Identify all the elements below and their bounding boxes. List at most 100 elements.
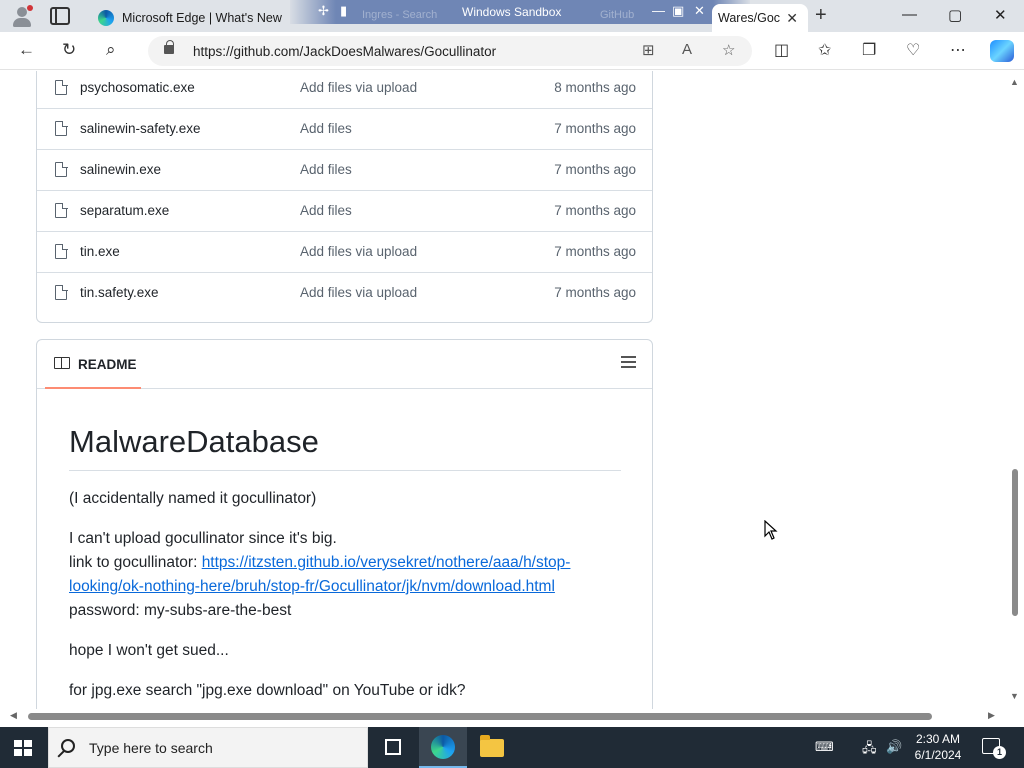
maximize-button[interactable]: ▢ — [948, 6, 962, 24]
file-row[interactable]: salinewin.exe Add files 7 months ago — [37, 149, 652, 190]
pin-icon[interactable]: ✢ — [318, 3, 329, 19]
address-bar[interactable]: https://github.com/JackDoesMalwares/Gocu… — [148, 36, 752, 66]
taskbar-search-box[interactable]: Type here to search — [48, 727, 368, 768]
clock-time: 2:30 AM — [915, 732, 961, 746]
tab-close-icon[interactable]: ✕ — [786, 10, 798, 27]
readme-paragraph: (I accidentally named it gocullinator) — [69, 490, 317, 507]
file-icon — [55, 202, 68, 218]
file-name[interactable]: psychosomatic.exe — [80, 80, 195, 95]
url-text[interactable]: https://github.com/JackDoesMalwares/Gocu… — [193, 44, 496, 59]
folder-icon — [480, 735, 504, 757]
commit-message[interactable]: Add files — [300, 203, 352, 218]
browser-titlebar: Microsoft Edge | What's New ✢ ▮ Ingres -… — [0, 0, 1024, 32]
profile-avatar-icon[interactable] — [10, 5, 34, 27]
refresh-icon[interactable]: ↻ — [62, 40, 76, 60]
minimize-button[interactable]: — — [902, 6, 917, 23]
commit-date: 7 months ago — [554, 285, 636, 300]
scroll-down-icon[interactable]: ▼ — [1010, 691, 1019, 701]
file-name[interactable]: salinewin-safety.exe — [80, 121, 201, 136]
lock-icon[interactable] — [164, 40, 174, 54]
file-name[interactable]: salinewin.exe — [80, 162, 161, 177]
sandbox-close-icon[interactable]: ✕ — [694, 3, 705, 19]
file-row[interactable]: psychosomatic.exe Add files via upload 8… — [37, 71, 652, 108]
scroll-right-icon[interactable]: ▶ — [988, 710, 995, 721]
collections-icon[interactable]: ❐ — [862, 40, 876, 60]
file-name[interactable]: tin.exe — [80, 244, 120, 259]
readme-tab[interactable]: README — [45, 340, 141, 389]
new-tab-button[interactable]: + — [815, 4, 827, 27]
commit-message[interactable]: Add files via upload — [300, 80, 417, 95]
readme-header: README — [37, 340, 652, 389]
task-view-icon — [385, 739, 401, 755]
readme-text: I can't upload gocullinator since it's b… — [69, 530, 337, 547]
search-icon[interactable]: ⌕ — [106, 40, 116, 60]
page-viewport: psychosomatic.exe Add files via upload 8… — [0, 71, 1005, 709]
favorites-icon[interactable]: ✩ — [818, 40, 831, 60]
file-icon — [55, 120, 68, 136]
commit-date: 7 months ago — [554, 162, 636, 177]
taskbar-edge-button[interactable] — [419, 727, 467, 768]
favorite-star-icon[interactable]: ☆ — [722, 41, 735, 59]
windows-start-icon[interactable] — [14, 740, 32, 756]
task-view-button[interactable] — [368, 727, 416, 768]
network-icon[interactable]: 🖧 — [862, 739, 877, 761]
readme-paragraph: for jpg.exe search "jpg.exe download" on… — [69, 682, 466, 699]
sandbox-minimize-icon[interactable]: — — [652, 3, 665, 18]
back-arrow-icon[interactable]: ← — [18, 40, 35, 60]
commit-message[interactable]: Add files — [300, 162, 352, 177]
commit-date: 7 months ago — [554, 203, 636, 218]
commit-message[interactable]: Add files — [300, 121, 352, 136]
edge-logo-icon — [431, 735, 455, 759]
file-name[interactable]: separatum.exe — [80, 203, 169, 218]
edge-logo-icon — [98, 10, 114, 26]
file-row[interactable]: salinewin-safety.exe Add files 7 months … — [37, 108, 652, 149]
file-row[interactable]: tin.safety.exe Add files via upload 7 mo… — [37, 272, 652, 313]
sandbox-title: Windows Sandbox — [462, 5, 562, 19]
readme-heading: MalwareDatabase — [69, 422, 621, 471]
readme-text: link to gocullinator: — [69, 554, 202, 571]
search-placeholder: Type here to search — [89, 740, 213, 756]
navigation-bar: ← ↻ ⌕ https://github.com/JackDoesMalware… — [0, 32, 1024, 70]
volume-icon[interactable]: 🔊 — [886, 739, 902, 755]
commit-date: 8 months ago — [554, 80, 636, 95]
file-name[interactable]: tin.safety.exe — [80, 285, 159, 300]
scroll-left-icon[interactable]: ◀ — [10, 710, 17, 721]
vertical-scroll-thumb[interactable] — [1012, 469, 1018, 616]
signal-icon: ▮ — [340, 3, 348, 18]
keyboard-icon[interactable]: ⌨ — [815, 739, 834, 755]
readme-paragraph: hope I won't get sued... — [69, 642, 229, 659]
settings-more-icon[interactable]: ⋯ — [950, 40, 966, 60]
browser-essentials-icon[interactable]: ♡ — [906, 40, 920, 60]
file-list: psychosomatic.exe Add files via upload 8… — [36, 71, 653, 323]
profile-alert-dot — [27, 5, 33, 11]
commit-date: 7 months ago — [554, 244, 636, 259]
sandbox-restore-icon[interactable]: ▣ — [672, 3, 684, 19]
split-screen-icon[interactable]: ◫ — [774, 40, 789, 60]
scroll-up-icon[interactable]: ▲ — [1010, 77, 1019, 87]
read-aloud-icon[interactable]: A — [682, 41, 692, 58]
copilot-icon[interactable] — [990, 40, 1014, 62]
tab-github-gocullinator[interactable]: Wares/Goc ✕ — [712, 4, 808, 32]
horizontal-scroll-thumb[interactable] — [28, 713, 932, 720]
ghost-tab-label: GitHub — [600, 9, 635, 21]
notification-count-badge: 1 — [993, 746, 1006, 759]
close-button[interactable]: ✕ — [994, 6, 1007, 24]
tab-actions-icon[interactable] — [50, 7, 70, 25]
windows-sandbox-bar: ✢ ▮ Ingres - Search Windows Sandbox GitH… — [290, 0, 750, 24]
app-available-icon[interactable]: ⊞ — [642, 41, 655, 59]
commit-message[interactable]: Add files via upload — [300, 285, 417, 300]
horizontal-scrollbar[interactable]: ◀ ▶ — [0, 709, 1005, 725]
vertical-scrollbar[interactable]: ▲ ▼ — [1005, 71, 1024, 709]
readme-panel: README MalwareDatabase (I accidentally n… — [36, 339, 653, 709]
readme-paragraph: I can't upload gocullinator since it's b… — [69, 527, 621, 623]
system-clock[interactable]: 2:30 AM 6/1/2024 — [912, 731, 964, 763]
outline-list-icon[interactable] — [621, 356, 636, 368]
search-icon — [61, 739, 75, 753]
file-row[interactable]: tin.exe Add files via upload 7 months ag… — [37, 231, 652, 272]
commit-date: 7 months ago — [554, 121, 636, 136]
tab-whats-new[interactable]: Microsoft Edge | What's New — [88, 4, 288, 32]
file-row[interactable]: separatum.exe Add files 7 months ago — [37, 190, 652, 231]
taskbar-file-explorer-button[interactable] — [468, 727, 516, 768]
tab-label: Wares/Goc — [718, 11, 781, 25]
commit-message[interactable]: Add files via upload — [300, 244, 417, 259]
